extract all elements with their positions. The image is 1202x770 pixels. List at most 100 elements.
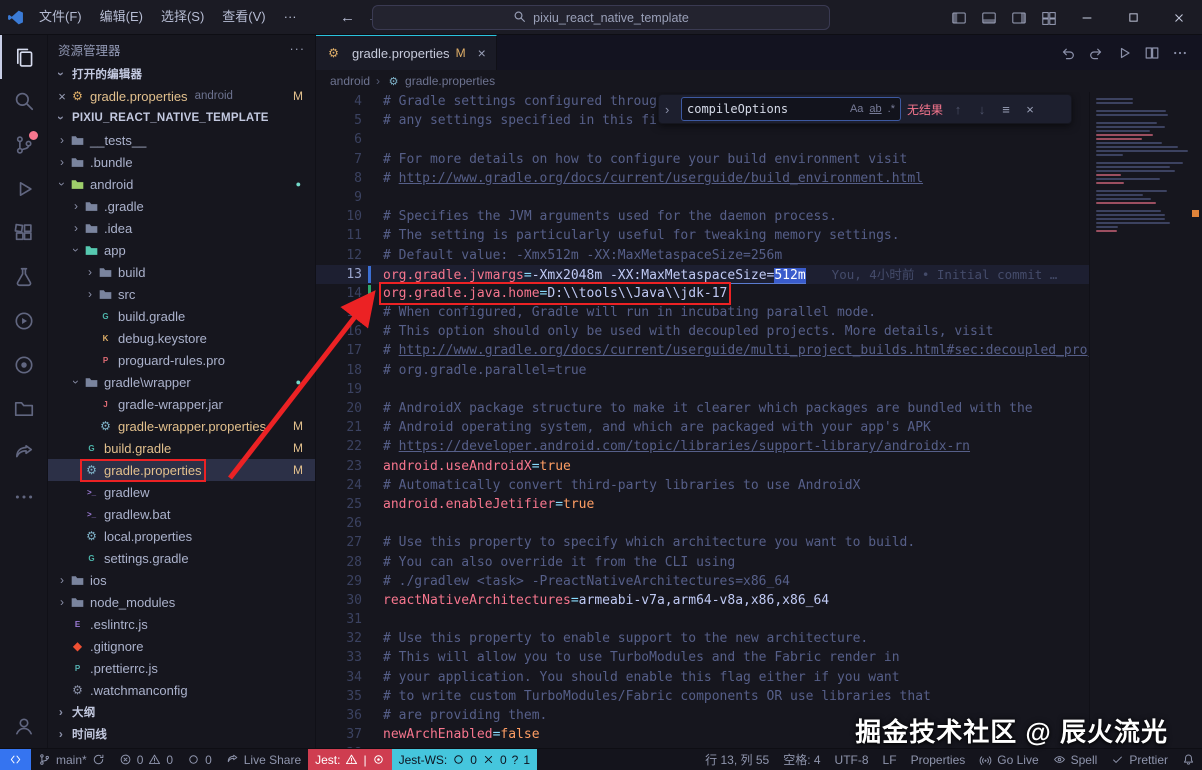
tree-item--eslintrc-js[interactable]: E.eslintrc.js [48,613,315,635]
tree-item-build-gradle[interactable]: Gbuild.gradleM [48,437,315,459]
customize-layout-icon[interactable] [1034,0,1064,35]
tree-item-gradle-properties[interactable]: ⚙gradle.propertiesM [48,459,315,481]
tree-item-debug-keystore[interactable]: Kdebug.keystore [48,327,315,349]
activity-live-share-icon[interactable] [0,431,48,475]
tree-item-gradle-wrapper[interactable]: ›gradle\wrapper● [48,371,315,393]
close-editor-icon[interactable]: × [54,89,70,104]
status-indentation[interactable]: 空格: 4 [776,749,827,770]
tree-item-label: gradlew [104,485,150,500]
tree-item--bundle[interactable]: ›.bundle [48,151,315,173]
activity-run-task-icon[interactable] [0,299,48,343]
match-case-toggle[interactable]: Aa [850,103,863,115]
status-eol[interactable]: LF [876,749,904,770]
activity-run-and-debug-icon[interactable] [0,167,48,211]
tree-item-gradle-wrapper-jar[interactable]: Jgradle-wrapper.jar [48,393,315,415]
status-live-share[interactable]: Live Share [219,749,308,770]
line-content: # ./gradlew <task> -PreactNativeArchitec… [362,572,790,591]
activity-project-manager-icon[interactable] [0,387,48,431]
toggle-primary-sidebar-icon[interactable] [944,0,974,35]
maximize-button[interactable] [1110,0,1156,35]
activity-source-control-icon[interactable] [0,123,48,167]
toggle-replace-icon[interactable]: › [665,102,675,117]
status-jest-status[interactable]: Jest:| [308,749,391,770]
find-in-selection-icon[interactable]: ≡ [997,102,1015,117]
minimap-line [1096,102,1133,104]
status-git-branch[interactable]: main* [31,749,112,770]
more-actions-icon[interactable] [1168,41,1192,65]
status-go-live[interactable]: Go Live [972,749,1045,770]
menu-item-4[interactable]: ··· [275,4,306,30]
tab-close-icon[interactable]: × [478,45,486,61]
project-header[interactable]: › PIXIU_REACT_NATIVE_TEMPLATE [48,107,315,129]
status-language-mode[interactable]: Properties [904,749,973,770]
activity-jest-runner-icon[interactable] [0,343,48,387]
command-center-search[interactable]: pixiu_react_native_template [372,5,830,30]
split-editor-icon[interactable] [1140,41,1164,65]
activity-account-icon[interactable] [0,704,48,748]
find-next-icon[interactable]: ↓ [973,102,991,117]
minimap[interactable] [1089,92,1202,748]
minimize-button[interactable] [1064,0,1110,35]
toggle-panel-icon[interactable] [974,0,1004,35]
status-cursor-position[interactable]: 行 13, 列 55 [698,749,776,770]
status-port-count[interactable]: 0 [180,749,219,770]
tree-item-android[interactable]: ›android● [48,173,315,195]
breadcrumb-item-gradle-properties[interactable]: ⚙gradle.properties [386,74,495,89]
tree-item--gradle[interactable]: ›.gradle [48,195,315,217]
tree-item--tests-[interactable]: ›__tests__ [48,129,315,151]
tree-item-build-gradle[interactable]: Gbuild.gradle [48,305,315,327]
code-editor[interactable]: 4# Gradle settings configured throug5# a… [316,92,1090,748]
sidebar-more-icon[interactable]: ··· [290,42,306,56]
activity-search-icon[interactable] [0,79,48,123]
status-jest-ws-status[interactable]: Jest-WS:00?1 [392,749,537,770]
tree-item-app[interactable]: ›app [48,239,315,261]
menu-item-3[interactable]: 查看(V) [213,4,274,30]
tab-gradle-properties[interactable]: ⚙ gradle.properties M × [316,35,497,70]
tree-item-proguard-rules-pro[interactable]: Pproguard-rules.pro [48,349,315,371]
open-editors-header[interactable]: › 打开的编辑器 [48,63,315,85]
open-editor-item[interactable]: ×⚙gradle.propertiesandroidM [48,85,315,107]
chevron-right-icon: › [54,573,70,587]
activity-more-views-icon[interactable] [0,475,48,519]
menu-bar: 文件(F)编辑(E)选择(S)查看(V)··· [30,4,306,30]
tree-item-ios[interactable]: ›ios [48,569,315,591]
find-input[interactable]: compileOptions Aa ab .* [681,97,901,121]
breadcrumb-item-android[interactable]: android [330,74,370,88]
activity-testing-icon[interactable] [0,255,48,299]
menu-item-1[interactable]: 编辑(E) [91,4,152,30]
activity-extensions-icon[interactable] [0,211,48,255]
activity-explorer-icon[interactable] [0,35,48,79]
nav-back-circle-icon[interactable] [1056,41,1080,65]
outline-header[interactable]: › 大纲 [48,701,315,723]
status-notifications[interactable] [1175,749,1202,770]
tree-item--gitignore[interactable]: ◆.gitignore [48,635,315,657]
status-problems[interactable]: 00 [112,749,180,770]
status-spell-checker[interactable]: Spell [1046,749,1105,770]
timeline-header[interactable]: › 时间线 [48,723,315,745]
whole-word-toggle[interactable]: ab [869,103,881,115]
find-prev-icon[interactable]: ↑ [949,102,967,117]
tree-item--idea[interactable]: ›.idea [48,217,315,239]
nav-back-icon[interactable]: ← [340,9,355,26]
regex-toggle[interactable]: .* [888,103,895,115]
tree-item-settings-gradle[interactable]: Gsettings.gradle [48,547,315,569]
tree-item-build[interactable]: ›build [48,261,315,283]
tree-item--watchmanconfig[interactable]: ⚙.watchmanconfig [48,679,315,701]
run-file-icon[interactable] [1112,41,1136,65]
status-remote-indicator[interactable] [0,749,31,770]
menu-item-0[interactable]: 文件(F) [30,4,91,30]
tree-item-gradlew-bat[interactable]: >_gradlew.bat [48,503,315,525]
close-button[interactable] [1156,0,1202,35]
menu-item-2[interactable]: 选择(S) [152,4,213,30]
tree-item-gradle-wrapper-properties[interactable]: ⚙gradle-wrapper.propertiesM [48,415,315,437]
status-encoding[interactable]: UTF-8 [828,749,876,770]
status-prettier[interactable]: Prettier [1104,749,1175,770]
find-close-icon[interactable]: × [1021,102,1039,117]
tree-item--prettierrc-js[interactable]: P.prettierrc.js [48,657,315,679]
tree-item-node-modules[interactable]: ›node_modules [48,591,315,613]
tree-item-local-properties[interactable]: ⚙local.properties [48,525,315,547]
tree-item-src[interactable]: ›src [48,283,315,305]
toggle-secondary-sidebar-icon[interactable] [1004,0,1034,35]
nav-forward-circle-icon[interactable] [1084,41,1108,65]
tree-item-gradlew[interactable]: >_gradlew [48,481,315,503]
